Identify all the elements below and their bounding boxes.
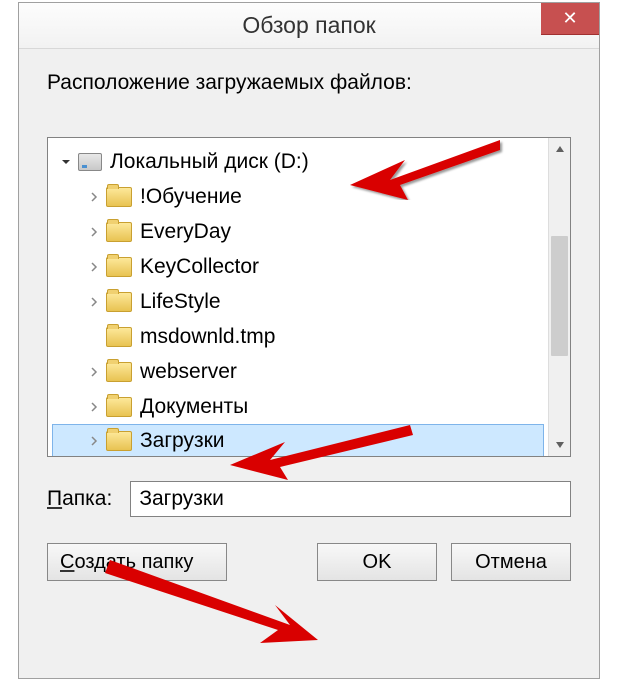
tree-item-label: webserver bbox=[140, 360, 237, 384]
tree-item-label: KeyCollector bbox=[140, 255, 259, 279]
tree-item[interactable]: EveryDay bbox=[52, 214, 544, 249]
folder-icon bbox=[106, 397, 132, 417]
window-title: Обзор папок bbox=[242, 12, 375, 39]
tree-scrollbar[interactable] bbox=[548, 138, 570, 456]
create-rest: оздать папку bbox=[74, 551, 193, 573]
folder-icon bbox=[106, 222, 132, 242]
tree-item-label: !Обучение bbox=[140, 185, 242, 209]
folder-name-row: Папка: bbox=[47, 481, 571, 517]
folder-tree[interactable]: Локальный диск (D:) !Обучение EveryDay bbox=[48, 138, 548, 456]
folder-label-text: апка: bbox=[62, 487, 112, 510]
folder-field-label: Папка: bbox=[47, 487, 112, 511]
folder-browser-dialog: Обзор папок ✕ Расположение загружаемых ф… bbox=[18, 2, 600, 679]
dialog-content: Расположение загружаемых файлов: Локальн… bbox=[19, 49, 599, 678]
folder-icon bbox=[106, 257, 132, 277]
tree-item-label: LifeStyle bbox=[140, 290, 221, 314]
scroll-track[interactable] bbox=[549, 160, 570, 434]
chevron-right-icon[interactable] bbox=[86, 224, 102, 240]
folder-icon bbox=[106, 292, 132, 312]
drive-icon bbox=[78, 153, 102, 171]
cancel-button[interactable]: Отмена bbox=[451, 543, 571, 581]
tree-item-label: msdownld.tmp bbox=[140, 325, 275, 349]
chevron-right-icon[interactable] bbox=[86, 189, 102, 205]
chevron-down-icon[interactable] bbox=[58, 154, 74, 170]
button-row: Создать папку OK Отмена bbox=[47, 543, 571, 581]
tree-item[interactable]: msdownld.tmp bbox=[52, 319, 544, 354]
tree-item-label: EveryDay bbox=[140, 220, 231, 244]
tree-item[interactable]: LifeStyle bbox=[52, 284, 544, 319]
tree-item-label: Загрузки bbox=[140, 429, 225, 453]
no-expander bbox=[86, 329, 102, 345]
folder-icon bbox=[106, 187, 132, 207]
tree-item[interactable]: Документы bbox=[52, 389, 544, 424]
scroll-up-button[interactable] bbox=[549, 138, 570, 160]
create-folder-button[interactable]: Создать папку bbox=[47, 543, 227, 581]
scroll-down-button[interactable] bbox=[549, 434, 570, 456]
tree-root-drive[interactable]: Локальный диск (D:) bbox=[52, 144, 544, 179]
chevron-right-icon[interactable] bbox=[86, 399, 102, 415]
tree-item-label: Локальный диск (D:) bbox=[110, 150, 309, 174]
folder-icon bbox=[106, 327, 132, 347]
close-icon: ✕ bbox=[562, 8, 577, 29]
folder-name-input[interactable] bbox=[130, 481, 571, 517]
scroll-thumb[interactable] bbox=[551, 236, 568, 356]
chevron-right-icon[interactable] bbox=[86, 259, 102, 275]
tree-item[interactable]: !Обучение bbox=[52, 179, 544, 214]
prompt-label: Расположение загружаемых файлов: bbox=[47, 71, 571, 95]
chevron-right-icon[interactable] bbox=[86, 294, 102, 310]
tree-item-selected[interactable]: Загрузки bbox=[52, 424, 544, 456]
chevron-right-icon[interactable] bbox=[86, 433, 102, 449]
tree-item[interactable]: KeyCollector bbox=[52, 249, 544, 284]
tree-item[interactable]: webserver bbox=[52, 354, 544, 389]
folder-tree-frame: Локальный диск (D:) !Обучение EveryDay bbox=[47, 137, 571, 457]
tree-item-label: Документы bbox=[140, 395, 248, 419]
folder-icon bbox=[106, 362, 132, 382]
folder-icon bbox=[106, 431, 132, 451]
close-button[interactable]: ✕ bbox=[541, 3, 599, 35]
ok-button[interactable]: OK bbox=[317, 543, 437, 581]
titlebar: Обзор папок ✕ bbox=[19, 3, 599, 49]
chevron-right-icon[interactable] bbox=[86, 364, 102, 380]
